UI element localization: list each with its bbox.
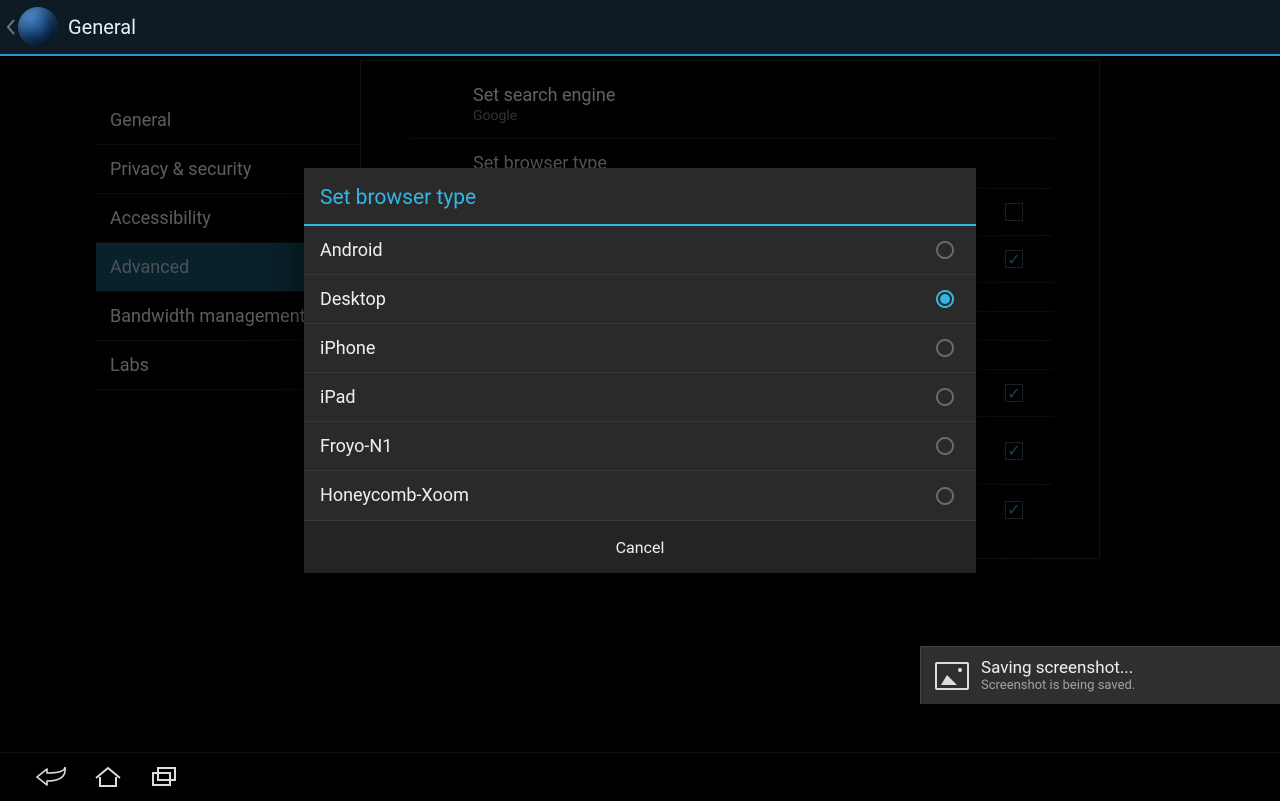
settings-page: GeneralPrivacy & securityAccessibilityAd… xyxy=(0,56,1280,752)
option-label: iPhone xyxy=(320,338,936,359)
screenshot-toast[interactable]: Saving screenshot... Screenshot is being… xyxy=(920,646,1280,704)
toast-subtitle: Screenshot is being saved. xyxy=(981,678,1135,693)
option-label: iPad xyxy=(320,387,936,408)
browser-globe-icon[interactable] xyxy=(18,7,58,47)
system-nav-bar xyxy=(0,752,1280,800)
radio-icon[interactable] xyxy=(936,487,954,505)
toast-title: Saving screenshot... xyxy=(981,658,1135,678)
browser-type-option-desktop[interactable]: Desktop xyxy=(304,275,976,324)
browser-type-option-honeycomb-xoom[interactable]: Honeycomb-Xoom xyxy=(304,471,976,520)
nav-back-button[interactable] xyxy=(24,753,80,801)
radio-icon[interactable] xyxy=(936,388,954,406)
cancel-button[interactable]: Cancel xyxy=(304,521,976,573)
radio-icon[interactable] xyxy=(936,241,954,259)
option-label: Froyo-N1 xyxy=(320,436,936,457)
back-chevron-icon[interactable] xyxy=(4,0,18,55)
page-title: General xyxy=(68,15,136,39)
radio-icon[interactable] xyxy=(936,437,954,455)
image-icon xyxy=(935,662,969,690)
nav-home-button[interactable] xyxy=(80,753,136,801)
radio-icon[interactable] xyxy=(936,290,954,308)
option-label: Android xyxy=(320,240,936,261)
browser-type-dialog: Set browser type Android Desktop iPhone iPa… xyxy=(304,168,976,573)
browser-type-option-android[interactable]: Android xyxy=(304,226,976,275)
browser-type-option-froyo-n1[interactable]: Froyo-N1 xyxy=(304,422,976,471)
nav-recents-button[interactable] xyxy=(136,753,192,801)
option-label: Desktop xyxy=(320,289,936,310)
browser-type-option-iphone[interactable]: iPhone xyxy=(304,324,976,373)
action-bar: General xyxy=(0,0,1280,56)
radio-icon[interactable] xyxy=(936,339,954,357)
dialog-title: Set browser type xyxy=(304,168,976,226)
option-label: Honeycomb-Xoom xyxy=(320,485,936,506)
browser-type-option-ipad[interactable]: iPad xyxy=(304,373,976,422)
